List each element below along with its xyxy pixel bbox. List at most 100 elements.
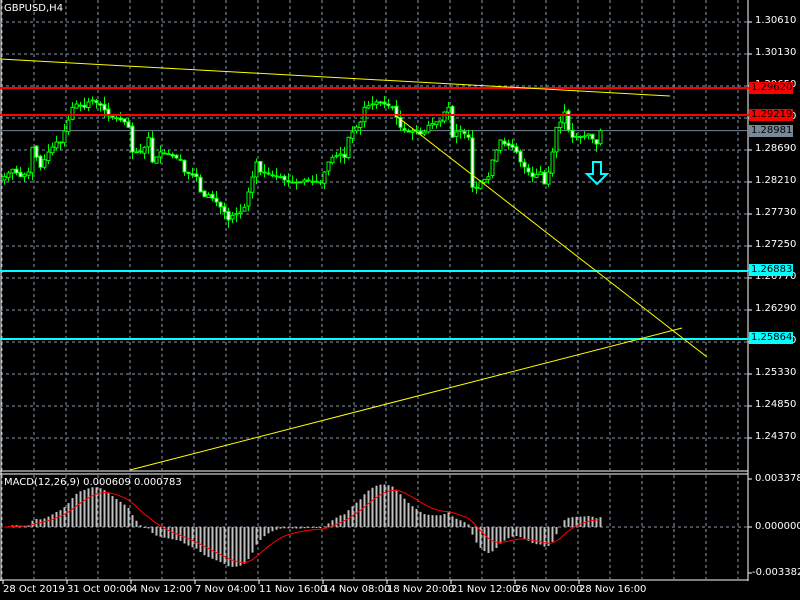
candle-body bbox=[334, 155, 339, 158]
candle-body bbox=[382, 101, 387, 105]
candle-body bbox=[10, 168, 15, 174]
candle-body bbox=[246, 191, 251, 207]
price-chart[interactable] bbox=[0, 0, 800, 600]
candle-body bbox=[506, 142, 511, 147]
candle-body bbox=[302, 179, 307, 183]
candle-body bbox=[54, 141, 59, 149]
candle-body bbox=[70, 106, 75, 120]
candle-body bbox=[498, 139, 503, 151]
macd-tick-label: 0.000000 bbox=[755, 521, 800, 532]
candle-body bbox=[6, 172, 11, 179]
candle-body bbox=[190, 173, 195, 176]
candle-body bbox=[474, 186, 479, 189]
candle-body bbox=[154, 156, 159, 164]
time-tick-label: 18 Nov 20:00 bbox=[387, 584, 455, 595]
candle-body bbox=[74, 103, 79, 109]
candle-body bbox=[162, 152, 167, 155]
candle-body bbox=[238, 211, 243, 215]
time-tick-label: 31 Oct 00:00 bbox=[67, 584, 133, 595]
candle-body bbox=[274, 175, 279, 178]
candle-body bbox=[166, 153, 171, 156]
candle-body bbox=[170, 153, 175, 157]
price-tick-label: 1.26290 bbox=[755, 303, 797, 314]
candle-body bbox=[86, 101, 91, 108]
candle-body bbox=[66, 119, 71, 133]
candle-body bbox=[442, 111, 447, 122]
candle-body bbox=[578, 136, 583, 139]
price-tick-label: 1.30130 bbox=[755, 47, 797, 58]
candle-body bbox=[182, 159, 187, 173]
candle-body bbox=[250, 176, 255, 193]
time-tick-label: 26 Nov 00:00 bbox=[515, 584, 583, 595]
candle-body bbox=[558, 121, 563, 129]
time-tick-label: 11 Nov 16:00 bbox=[259, 584, 327, 595]
candle-body bbox=[550, 151, 555, 174]
candle-body bbox=[574, 135, 579, 138]
candle-body bbox=[138, 150, 143, 153]
candle-body bbox=[322, 171, 327, 184]
candle-body bbox=[262, 171, 267, 174]
candle-body bbox=[422, 131, 427, 135]
candle-body bbox=[230, 214, 235, 220]
candle-body bbox=[346, 136, 351, 159]
candle-body bbox=[178, 158, 183, 161]
chart-window[interactable]: GBPUSD,H4 MACD(12,26,9) 0.000609 0.00078… bbox=[0, 0, 800, 600]
candle-body bbox=[210, 193, 215, 199]
candle-body bbox=[78, 104, 83, 107]
candle-body bbox=[282, 175, 287, 181]
candle-body bbox=[446, 106, 451, 113]
candle-body bbox=[290, 181, 295, 184]
candle-body bbox=[214, 197, 219, 203]
candle-body bbox=[582, 135, 587, 138]
candle-body bbox=[158, 151, 163, 158]
candle-body bbox=[590, 133, 595, 140]
candle-body bbox=[490, 159, 495, 176]
candle-body bbox=[534, 173, 539, 178]
price-tick-label: 1.27730 bbox=[755, 207, 797, 218]
candle-body bbox=[598, 130, 603, 145]
candle-body bbox=[342, 153, 347, 158]
candle-body bbox=[486, 176, 491, 180]
candle-body bbox=[174, 154, 179, 159]
candle-body bbox=[18, 171, 23, 178]
candle-body bbox=[278, 176, 283, 179]
candle-body bbox=[426, 124, 431, 133]
candle-body bbox=[370, 103, 375, 106]
price-tag-support: 1.25864 bbox=[749, 332, 793, 345]
candle-body bbox=[366, 105, 371, 109]
time-tick-label: 14 Nov 08:00 bbox=[323, 584, 391, 595]
candle-body bbox=[586, 133, 591, 137]
candle-body bbox=[2, 176, 7, 181]
trendline-descending bbox=[0, 58, 671, 97]
candle-body bbox=[38, 155, 43, 168]
candle-body bbox=[570, 129, 575, 138]
trendline-ascending bbox=[129, 327, 683, 471]
candle-body bbox=[326, 161, 331, 172]
candle-body bbox=[150, 137, 155, 163]
candle-body bbox=[142, 146, 147, 154]
candle-body bbox=[254, 161, 259, 178]
candle-body bbox=[462, 130, 467, 135]
candle-body bbox=[406, 130, 411, 133]
candle-body bbox=[22, 173, 27, 178]
candle-body bbox=[526, 167, 531, 173]
candle-body bbox=[186, 171, 191, 175]
candle-body bbox=[30, 146, 35, 174]
candle-body bbox=[234, 213, 239, 216]
price-tick-label: 1.25330 bbox=[755, 367, 797, 378]
candle-body bbox=[266, 172, 271, 175]
time-tick-label: 7 Nov 04:00 bbox=[195, 584, 257, 595]
candle-body bbox=[502, 140, 507, 145]
candle-body bbox=[318, 181, 323, 184]
candle-body bbox=[270, 174, 275, 177]
sell-arrow-icon bbox=[584, 161, 610, 186]
candle-body bbox=[26, 171, 31, 176]
candle-body bbox=[258, 160, 263, 173]
candle-body bbox=[286, 180, 291, 183]
candle-body bbox=[546, 171, 551, 185]
candle-body bbox=[470, 137, 475, 188]
candle-body bbox=[242, 206, 247, 212]
candle-body bbox=[94, 100, 99, 104]
candle-body bbox=[566, 110, 571, 131]
candle-body bbox=[222, 206, 227, 213]
